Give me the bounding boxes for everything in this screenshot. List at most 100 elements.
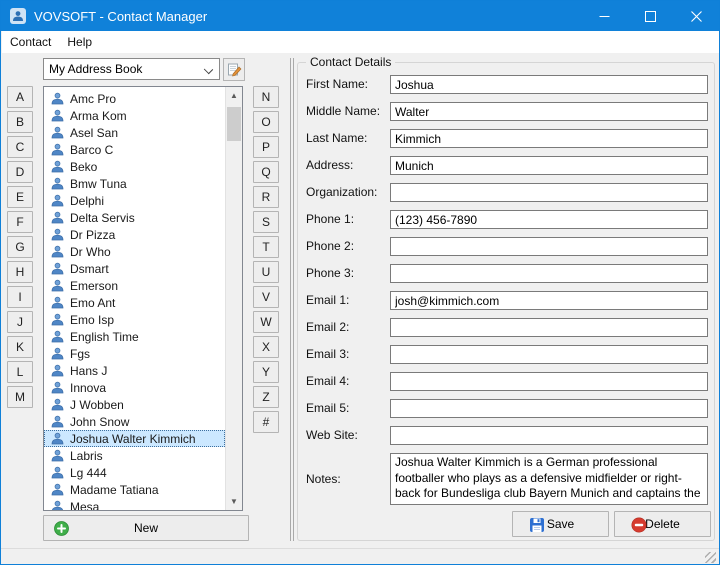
letter-button-D[interactable]: D <box>7 161 33 183</box>
contact-list-item[interactable]: Bmw Tuna <box>44 175 225 192</box>
resize-grip[interactable] <box>705 552 716 563</box>
person-icon <box>51 347 64 360</box>
phone3-label: Phone 3: <box>306 266 355 280</box>
letter-button-T[interactable]: T <box>253 236 279 258</box>
email4-input[interactable] <box>390 372 708 391</box>
alpha-left-column: ABCDEFGHIJKLM <box>7 86 33 411</box>
contact-list-item[interactable]: Barco C <box>44 141 225 158</box>
contact-list-item[interactable]: Amc Pro <box>44 90 225 107</box>
edit-address-book-button[interactable] <box>223 58 245 81</box>
letter-button-L[interactable]: L <box>7 361 33 383</box>
email3-input[interactable] <box>390 345 708 364</box>
letter-button-J[interactable]: J <box>7 311 33 333</box>
letter-button-P[interactable]: P <box>253 136 279 158</box>
email1-input[interactable] <box>390 291 708 310</box>
email2-input[interactable] <box>390 318 708 337</box>
maximize-button[interactable] <box>627 1 673 31</box>
contact-list-item[interactable]: J Wobben <box>44 396 225 413</box>
contact-list-item[interactable]: Beko <box>44 158 225 175</box>
phone2-input[interactable] <box>390 237 708 256</box>
contact-name: Delphi <box>70 193 105 208</box>
contact-list-item[interactable]: Hans J <box>44 362 225 379</box>
address-book-select[interactable]: My Address Book <box>43 58 220 80</box>
contact-name: Hans J <box>70 363 108 378</box>
contact-list-item[interactable]: Madame Tatiana <box>44 481 225 498</box>
panel-splitter[interactable] <box>290 58 294 541</box>
letter-button-N[interactable]: N <box>253 86 279 108</box>
letter-button-V[interactable]: V <box>253 286 279 308</box>
letter-button-Y[interactable]: Y <box>253 361 279 383</box>
contact-list-item[interactable]: Mesa <box>44 498 225 510</box>
chevron-down-icon <box>203 64 214 75</box>
letter-button-O[interactable]: O <box>253 111 279 133</box>
save-button[interactable]: Save <box>512 511 609 537</box>
last-name-input[interactable] <box>390 129 708 148</box>
letter-button-B[interactable]: B <box>7 111 33 133</box>
address-input[interactable] <box>390 156 708 175</box>
contact-list-item[interactable]: Emo Ant <box>44 294 225 311</box>
middle-name-input[interactable] <box>390 102 708 121</box>
contact-name: John Snow <box>70 414 130 429</box>
contact-list-item[interactable]: Delta Servis <box>44 209 225 226</box>
contact-list-item[interactable]: Delphi <box>44 192 225 209</box>
delete-button[interactable]: Delete <box>614 511 711 537</box>
menu-item-contact[interactable]: Contact <box>2 32 59 52</box>
letter-button-W[interactable]: W <box>253 311 279 333</box>
contact-list-item[interactable]: Asel San <box>44 124 225 141</box>
contact-list-scrollbar[interactable]: ▲ ▼ <box>225 87 242 510</box>
letter-button-H[interactable]: H <box>7 261 33 283</box>
contact-list-item[interactable]: Dsmart <box>44 260 225 277</box>
phone3-input[interactable] <box>390 264 708 283</box>
last-name-label: Last Name: <box>306 131 368 145</box>
menu-item-help[interactable]: Help <box>59 32 100 52</box>
letter-button-Z[interactable]: Z <box>253 386 279 408</box>
contact-list-item[interactable]: Labris <box>44 447 225 464</box>
window-titlebar: VOVSOFT - Contact Manager <box>1 1 719 31</box>
scroll-thumb[interactable] <box>227 107 241 141</box>
letter-button-U[interactable]: U <box>253 261 279 283</box>
contact-name: Dr Who <box>70 244 111 259</box>
contact-list-item[interactable]: Arma Kom <box>44 107 225 124</box>
phone1-input[interactable] <box>390 210 708 229</box>
letter-button-hash[interactable]: # <box>253 411 279 433</box>
letter-button-G[interactable]: G <box>7 236 33 258</box>
letter-button-I[interactable]: I <box>7 286 33 308</box>
letter-button-A[interactable]: A <box>7 86 33 108</box>
first-name-input[interactable] <box>390 75 708 94</box>
letter-button-F[interactable]: F <box>7 211 33 233</box>
contact-list-item[interactable]: Innova <box>44 379 225 396</box>
email5-input[interactable] <box>390 399 708 418</box>
contact-list-item[interactable]: Emerson <box>44 277 225 294</box>
website-label: Web Site: <box>306 428 358 442</box>
contact-list-item[interactable]: English Time <box>44 328 225 345</box>
letter-button-M[interactable]: M <box>7 386 33 408</box>
letter-button-K[interactable]: K <box>7 336 33 358</box>
contact-name: Bmw Tuna <box>70 176 127 191</box>
close-button[interactable] <box>673 1 719 31</box>
contact-list[interactable]: Amc Pro Arma Kom Asel San Barco C Beko Bmw Tu… <box>43 86 243 511</box>
website-input[interactable] <box>390 426 708 445</box>
contact-list-item[interactable]: Joshua Walter Kimmich <box>44 430 225 447</box>
person-icon <box>51 211 64 224</box>
person-icon <box>51 330 64 343</box>
contact-list-item[interactable]: Dr Pizza <box>44 226 225 243</box>
contact-list-item[interactable]: Lg 444 <box>44 464 225 481</box>
person-icon <box>51 194 64 207</box>
minimize-button[interactable] <box>581 1 627 31</box>
letter-button-X[interactable]: X <box>253 336 279 358</box>
notes-textarea[interactable]: Joshua Walter Kimmich is a German profes… <box>390 453 708 505</box>
contact-list-item[interactable]: John Snow <box>44 413 225 430</box>
letter-button-S[interactable]: S <box>253 211 279 233</box>
contact-list-item[interactable]: Emo Isp <box>44 311 225 328</box>
letter-button-C[interactable]: C <box>7 136 33 158</box>
contact-app-icon <box>13 11 23 21</box>
organization-input[interactable] <box>390 183 708 202</box>
contact-list-item[interactable]: Fgs <box>44 345 225 362</box>
letter-button-E[interactable]: E <box>7 186 33 208</box>
letter-button-R[interactable]: R <box>253 186 279 208</box>
contact-list-item[interactable]: Dr Who <box>44 243 225 260</box>
letter-button-Q[interactable]: Q <box>253 161 279 183</box>
scroll-down-button[interactable]: ▼ <box>226 493 242 510</box>
new-contact-button[interactable]: New <box>43 515 249 541</box>
scroll-up-button[interactable]: ▲ <box>226 87 242 104</box>
